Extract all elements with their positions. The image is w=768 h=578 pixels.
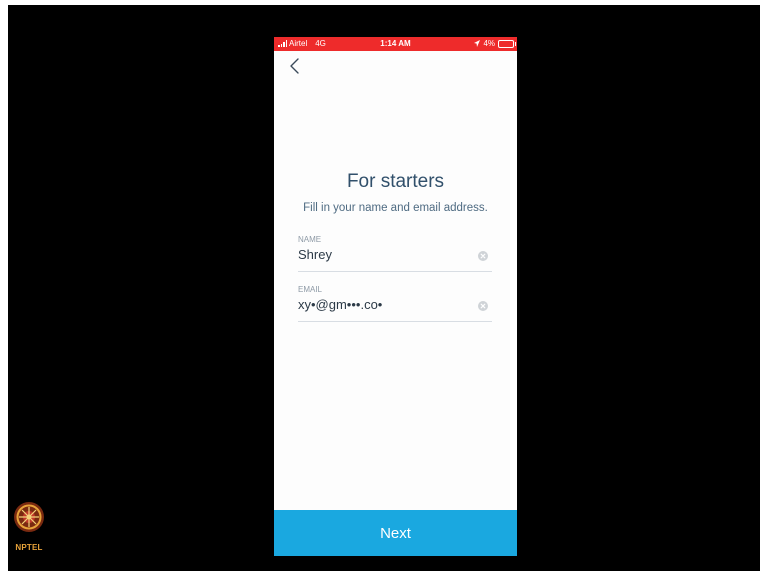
nptel-logo-text: NPTEL [15,543,43,552]
name-clear-button[interactable] [478,251,488,261]
email-input[interactable] [298,297,468,312]
email-clear-button[interactable] [478,301,488,311]
page-title: For starters [346,171,445,192]
nptel-seal-icon [14,502,44,532]
chevron-left-icon [290,58,299,74]
next-button[interactable]: Next [274,510,517,556]
clear-circle-icon [480,303,486,309]
status-bar: Airtel 4G 1:14 AM 4% [274,37,517,51]
name-label: NAME [298,235,322,244]
name-field: NAME [298,235,492,272]
nptel-logo: NPTEL [12,500,46,560]
battery-icon [498,39,516,48]
name-input[interactable] [298,247,468,262]
battery-percent: 4% [483,39,495,48]
page-subtitle: Fill in your name and email address. [303,202,488,214]
location-arrow-icon [474,40,481,47]
email-label: EMAIL [298,285,323,294]
email-field: EMAIL [298,285,492,322]
phone-screen: Airtel 4G 1:14 AM 4% For starters Fill i… [274,37,517,556]
status-right: 4% [474,39,516,48]
back-button[interactable] [286,55,306,77]
clear-circle-icon [480,253,486,259]
